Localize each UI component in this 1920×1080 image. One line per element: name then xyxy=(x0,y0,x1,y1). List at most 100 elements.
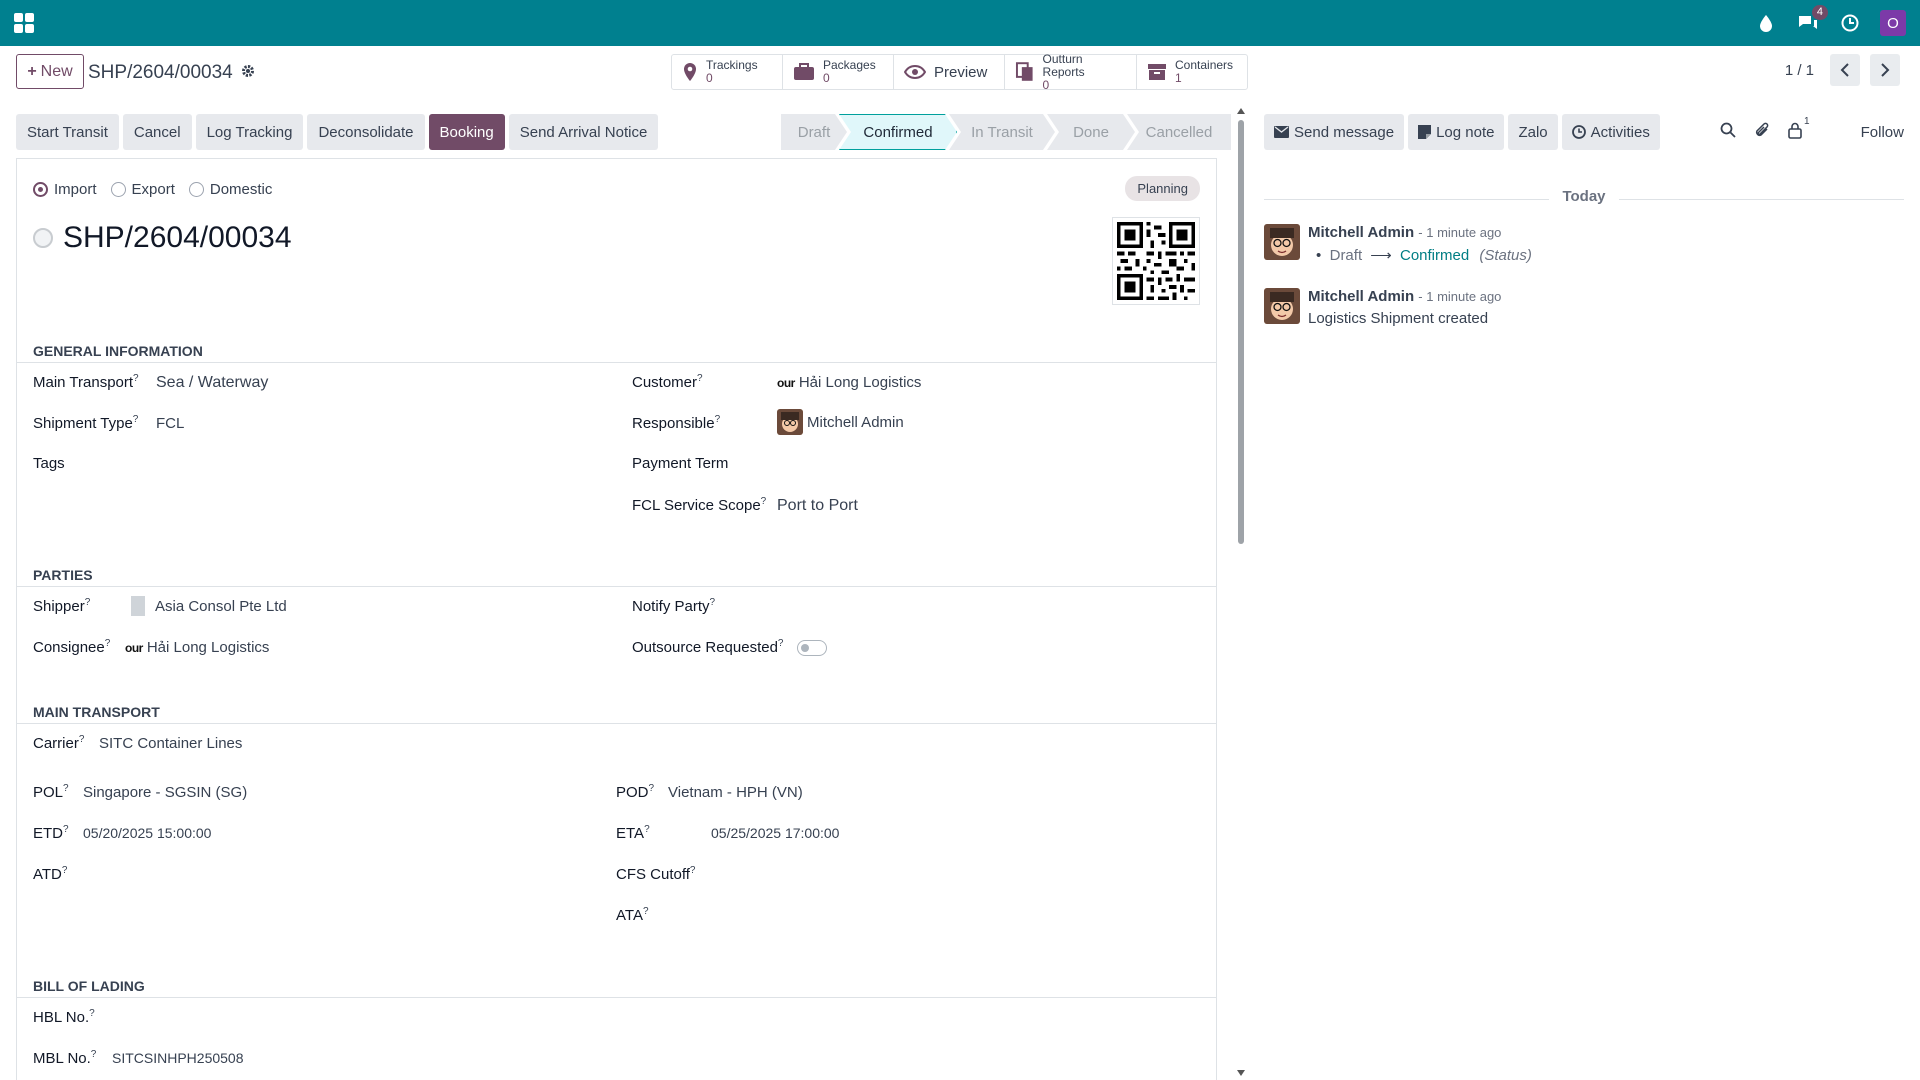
send-arrival-notice-button[interactable]: Send Arrival Notice xyxy=(508,114,659,150)
eta-field[interactable]: 05/25/2025 17:00:00 xyxy=(711,825,839,841)
log-note-button[interactable]: Log note xyxy=(1408,114,1505,150)
pager-next-button[interactable] xyxy=(1870,54,1900,86)
search-icon[interactable] xyxy=(1720,122,1736,142)
help-tooltip-icon[interactable]: ? xyxy=(91,1049,97,1060)
help-tooltip-icon[interactable]: ? xyxy=(715,414,721,425)
radio-export[interactable]: Export xyxy=(110,181,175,198)
help-tooltip-icon[interactable]: ? xyxy=(85,597,91,608)
stage-cancelled[interactable]: Cancelled xyxy=(1127,114,1231,150)
deconsolidate-button[interactable]: Deconsolidate xyxy=(307,114,425,150)
shipment-type-label: Shipment Type? xyxy=(33,414,138,432)
help-tooltip-icon[interactable]: ? xyxy=(643,906,649,917)
help-tooltip-icon[interactable]: ? xyxy=(697,373,703,384)
message-author[interactable]: Mitchell Admin xyxy=(1308,288,1414,305)
cancel-button[interactable]: Cancel xyxy=(122,114,192,150)
scroll-up-arrow-icon[interactable] xyxy=(1237,108,1245,114)
zalo-button[interactable]: Zalo xyxy=(1508,114,1558,150)
etd-field[interactable]: 05/20/2025 15:00:00 xyxy=(83,825,211,841)
radio-import[interactable]: Import xyxy=(33,181,97,198)
pager-previous-button[interactable] xyxy=(1830,54,1860,86)
label-text: ATD xyxy=(33,866,62,883)
pod-label: POD? xyxy=(616,783,654,801)
booking-button[interactable]: Booking xyxy=(428,114,505,150)
containers-count: 1 xyxy=(1175,71,1182,85)
preview-smart-button[interactable]: Preview xyxy=(894,55,1005,89)
help-tooltip-icon[interactable]: ? xyxy=(63,783,69,794)
outturn-reports-smart-button[interactable]: Outturn Reports 0 xyxy=(1005,52,1137,92)
send-message-button[interactable]: Send message xyxy=(1264,114,1405,150)
label-text: Responsible xyxy=(632,415,715,432)
new-button[interactable]: + New xyxy=(16,54,84,89)
shipper-field[interactable]: Asia Consol Pte Ltd xyxy=(131,596,287,616)
debug-droplet-icon[interactable] xyxy=(1754,11,1778,35)
message-author[interactable]: Mitchell Admin xyxy=(1308,224,1414,241)
activities-button[interactable]: Activities xyxy=(1561,114,1660,150)
help-tooltip-icon[interactable]: ? xyxy=(690,865,696,876)
radio-domestic[interactable]: Domestic xyxy=(188,181,272,198)
consignee-label: Consignee? xyxy=(33,638,110,656)
pod-field[interactable]: Vietnam - HPH (VN) xyxy=(668,784,803,801)
containers-smart-button[interactable]: Containers 1 xyxy=(1137,55,1247,89)
fcl-service-scope-field[interactable]: Port to Port xyxy=(777,497,858,515)
user-avatar[interactable]: O xyxy=(1880,10,1906,36)
messages-icon[interactable]: 4 xyxy=(1796,5,1828,35)
activity-clock-icon[interactable] xyxy=(1838,11,1862,35)
help-tooltip-icon[interactable]: ? xyxy=(133,414,139,425)
avatar xyxy=(777,409,803,435)
paperclip-icon[interactable] xyxy=(1754,122,1770,143)
scrollbar-thumb[interactable] xyxy=(1238,120,1244,544)
help-tooltip-icon[interactable]: ? xyxy=(79,734,85,745)
follow-button[interactable]: Follow xyxy=(1861,114,1904,150)
chatter-message: Mitchell Admin - 1 minute ago Logistics … xyxy=(1264,288,1904,328)
help-tooltip-icon[interactable]: ? xyxy=(644,824,650,835)
help-tooltip-icon[interactable]: ? xyxy=(133,373,139,384)
help-tooltip-icon[interactable]: ? xyxy=(710,597,716,608)
start-transit-button[interactable]: Start Transit xyxy=(16,114,119,150)
pol-field[interactable]: Singapore - SGSIN (SG) xyxy=(83,784,247,801)
help-tooltip-icon[interactable]: ? xyxy=(778,638,784,649)
priority-circle-icon[interactable] xyxy=(33,228,53,248)
label-text: Consignee xyxy=(33,639,105,656)
packages-smart-button[interactable]: Packages 0 xyxy=(783,55,894,89)
shipment-type-field[interactable]: FCL xyxy=(156,415,184,432)
outturn-reports-count: 0 xyxy=(1042,77,1050,92)
outsource-requested-toggle[interactable] xyxy=(797,640,827,656)
pager-value[interactable]: 1 / 1 xyxy=(1785,62,1814,79)
avatar[interactable] xyxy=(1264,288,1300,324)
customer-field[interactable]: our Hải Long Logistics xyxy=(777,374,921,391)
shipper-label: Shipper? xyxy=(33,597,90,615)
help-tooltip-icon[interactable]: ? xyxy=(63,824,69,835)
log-tracking-button[interactable]: Log Tracking xyxy=(195,114,304,150)
mbl-no-field[interactable]: SITCSINHPH250508 xyxy=(112,1050,244,1066)
form-scrollbar[interactable] xyxy=(1236,106,1246,1080)
packages-count: 0 xyxy=(823,71,830,85)
scroll-down-arrow-icon[interactable] xyxy=(1237,1070,1245,1076)
stage-draft[interactable]: Draft xyxy=(781,114,847,150)
gear-icon[interactable] xyxy=(241,62,255,84)
main-transport-field[interactable]: Sea / Waterway xyxy=(156,374,268,392)
responsible-field[interactable]: Mitchell Admin xyxy=(777,409,904,435)
stage-in-transit[interactable]: In Transit xyxy=(949,114,1055,150)
help-tooltip-icon[interactable]: ? xyxy=(89,1008,95,1019)
company-placeholder-icon xyxy=(131,596,145,616)
help-tooltip-icon[interactable]: ? xyxy=(649,783,655,794)
record-title: SHP/2604/00034 xyxy=(33,221,292,255)
stage-confirmed[interactable]: Confirmed xyxy=(839,114,957,150)
log-note-label: Log note xyxy=(1436,123,1495,141)
carrier-field[interactable]: SITC Container Lines xyxy=(99,735,242,752)
company-logo-image: our xyxy=(125,641,143,655)
help-tooltip-icon[interactable]: ? xyxy=(761,496,767,507)
apps-menu-icon[interactable] xyxy=(14,13,34,33)
consignee-field[interactable]: our Hải Long Logistics xyxy=(125,639,269,656)
stage-done[interactable]: Done xyxy=(1047,114,1135,150)
help-tooltip-icon[interactable]: ? xyxy=(62,865,68,876)
avatar[interactable] xyxy=(1264,224,1300,260)
cfs-cutoff-label: CFS Cutoff? xyxy=(616,865,695,883)
date-separator: Today xyxy=(1264,188,1904,208)
trackings-smart-button[interactable]: Trackings 0 xyxy=(672,55,783,89)
envelope-icon xyxy=(1274,126,1289,138)
radio-export-label: Export xyxy=(131,181,175,198)
help-tooltip-icon[interactable]: ? xyxy=(105,638,111,649)
bullet: • xyxy=(1316,247,1322,264)
followers-lock-icon[interactable]: 1 xyxy=(1788,116,1810,143)
